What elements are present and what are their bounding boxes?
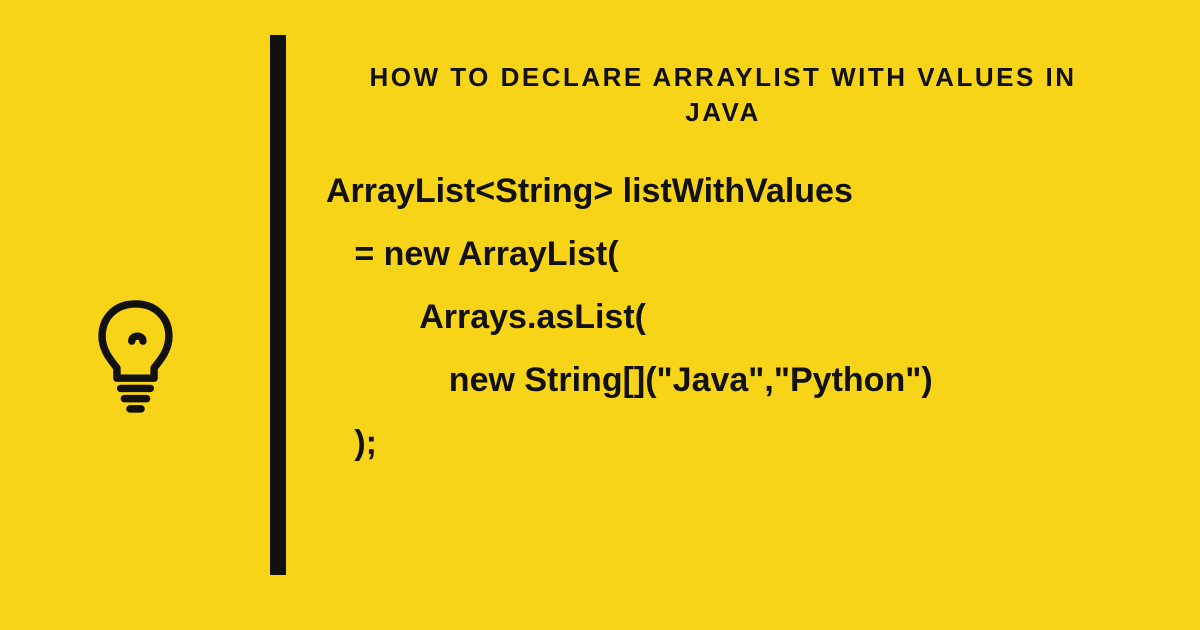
code-snippet: ArrayList<String> listWithValues = new A… (326, 160, 1160, 474)
code-line-2: = new ArrayList( (326, 235, 619, 273)
code-line-5: ); (326, 424, 377, 462)
left-icon-section (0, 0, 270, 630)
page-title: HOW TO DECLARE ARRAYLIST WITH VALUES IN … (326, 60, 1160, 130)
code-line-3: Arrays.asList( (326, 298, 646, 336)
code-line-1: ArrayList<String> listWithValues (326, 172, 853, 210)
vertical-divider (270, 35, 286, 575)
content-section: HOW TO DECLARE ARRAYLIST WITH VALUES IN … (286, 0, 1200, 630)
main-container: HOW TO DECLARE ARRAYLIST WITH VALUES IN … (0, 0, 1200, 630)
code-line-4: new String[]("Java","Python") (326, 361, 933, 399)
lightbulb-icon (88, 290, 183, 420)
